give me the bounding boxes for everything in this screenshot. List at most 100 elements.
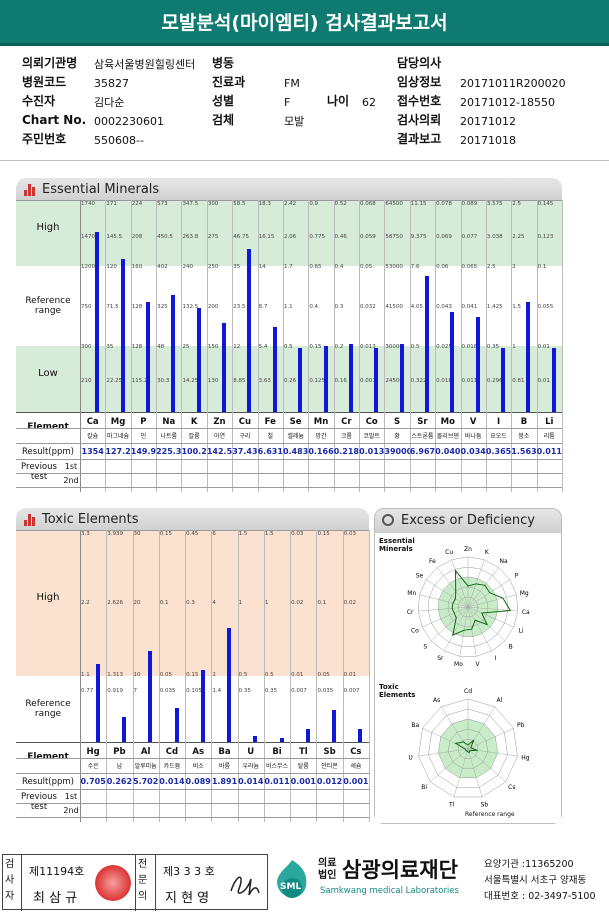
tick-label: 0.46 [334, 234, 347, 240]
page-title: 모발분석(마이엠티) 검사결과보고서 [0, 0, 609, 46]
tick-label: 224 [131, 201, 143, 207]
tick-label: 30.3 [157, 378, 170, 384]
tick-label: 0.011 [461, 378, 478, 384]
radar-axis-label: Sr [437, 655, 444, 662]
data-bar [399, 344, 404, 412]
column-divider [562, 200, 563, 492]
data-bar [450, 312, 455, 412]
info-label: 병동 [212, 56, 235, 70]
element-symbol: P [140, 417, 147, 427]
tick-label: 0.35 [238, 688, 251, 694]
element-symbol: B [520, 417, 528, 427]
tick-label: 3.038 [486, 234, 503, 240]
tick-label: 0.035 [317, 688, 334, 694]
tick-label: 0.5 [410, 344, 420, 350]
tick-label: 120 [106, 264, 117, 270]
info-label: 수진자 [22, 94, 56, 108]
tick-label: 0.145 [537, 201, 554, 207]
tick-label: 200 [207, 304, 219, 310]
tick-label: 0.055 [537, 304, 554, 310]
element-symbol: Mg [110, 417, 126, 427]
element-korean: 몰리브덴 [436, 433, 459, 440]
tick-label: 3.575 [486, 201, 503, 207]
tick-label: 0.025 [436, 344, 452, 350]
element-korean: 구리 [239, 433, 251, 440]
data-bar [298, 348, 303, 412]
tick-label: 11.15 [410, 201, 427, 207]
element-korean: 탈륨 [297, 763, 309, 770]
tick-label: 0.068 [360, 201, 376, 207]
info-value: 20171012 [460, 115, 516, 128]
tick-label: 115.2 [131, 378, 148, 384]
row-line [16, 473, 562, 474]
element-korean: 크롬 [340, 433, 352, 440]
info-divider [0, 160, 609, 161]
element-symbol: Ca [86, 417, 99, 427]
radar-axis-label: Mg [520, 590, 529, 597]
data-bar [323, 346, 328, 412]
element-symbol: S [394, 417, 401, 427]
tick-label: 210 [81, 378, 92, 384]
tick-label: 53000 [385, 264, 403, 270]
tick-label: 0.81 [512, 378, 525, 384]
info-value: F [284, 96, 291, 109]
radar-axis-label: Na [500, 558, 508, 565]
tick-label: 0.15 [309, 344, 322, 350]
element-korean: 바나듐 [464, 433, 482, 440]
radar-axis-label: Pb [517, 722, 525, 729]
tick-label: 0.16 [334, 378, 347, 384]
tick-label: 35 [106, 344, 114, 350]
tick-label: 16.15 [258, 234, 275, 240]
data-bar [332, 710, 337, 742]
tick-label: 2.5 [512, 201, 521, 207]
tick-label: 0.06 [436, 264, 449, 270]
previous-label: Previous test [21, 792, 57, 812]
tick-label: 450.5 [157, 234, 173, 240]
tick-label: 0.26 [283, 378, 297, 384]
tick-label: 0.52 [334, 201, 347, 207]
age-value: 62 [362, 96, 376, 109]
info-label: 담당의사 [397, 56, 442, 70]
tick-label: 0.4 [309, 304, 319, 310]
element-symbol: Ba [218, 747, 231, 757]
band-label: High [36, 592, 60, 603]
tick-label: 0.3 [186, 600, 195, 606]
signature-box: 검사자 제11194호 최 삼 규 전문의 제3 3 3 호 지 현 영 [2, 854, 268, 911]
row-line [16, 817, 369, 818]
row-line [16, 487, 562, 488]
tick-label: 2.626 [107, 600, 124, 606]
tick-label: 2 [512, 264, 516, 270]
element-korean: 요오드 [490, 433, 507, 440]
element-symbol: Fe [264, 417, 276, 427]
element-symbol: Mn [313, 417, 329, 427]
patient-info: 의뢰기관명 삼육서울병원힐링센터 병동 담당의사 병원코드 35827 진료과 FM 임상정보 2… [22, 54, 602, 150]
radar-axis-label: Ba [411, 722, 419, 729]
data-bar [145, 301, 150, 412]
tick-label: 3.63 [258, 378, 271, 384]
result-value: 37.43 [232, 447, 258, 456]
data-bar [305, 729, 310, 742]
essential-chart: High Reference range Low 1740 1470 1200 750 300… [16, 200, 563, 492]
tick-label: 0.65 [309, 264, 322, 270]
excess-header-text: Excess or Deficiency [401, 513, 535, 528]
element-korean: 비소 [192, 763, 204, 770]
toxic-header: Toxic Elements [16, 508, 369, 532]
element-symbol: Zn [213, 417, 226, 427]
tick-label: 0.15 [186, 672, 199, 678]
row-line [16, 428, 562, 429]
tick-label: 1470 [81, 234, 95, 240]
element-korean: 안티몬 [321, 763, 338, 770]
result-value: 0.166 [308, 447, 334, 456]
data-bar [475, 316, 480, 412]
data-bar [200, 669, 205, 742]
data-bar [95, 663, 100, 742]
tick-label: 0.77 [81, 688, 94, 694]
result-value: 0.034 [460, 447, 486, 456]
info-value: 0002230601 [94, 115, 164, 128]
tick-label: 2.42 [283, 201, 297, 207]
info-value: FM [284, 77, 300, 90]
tick-label: 0.03 [343, 531, 356, 537]
data-bar [171, 295, 176, 412]
tick-label: 145.5 [106, 234, 123, 240]
tick-label: 1200 [81, 264, 95, 270]
